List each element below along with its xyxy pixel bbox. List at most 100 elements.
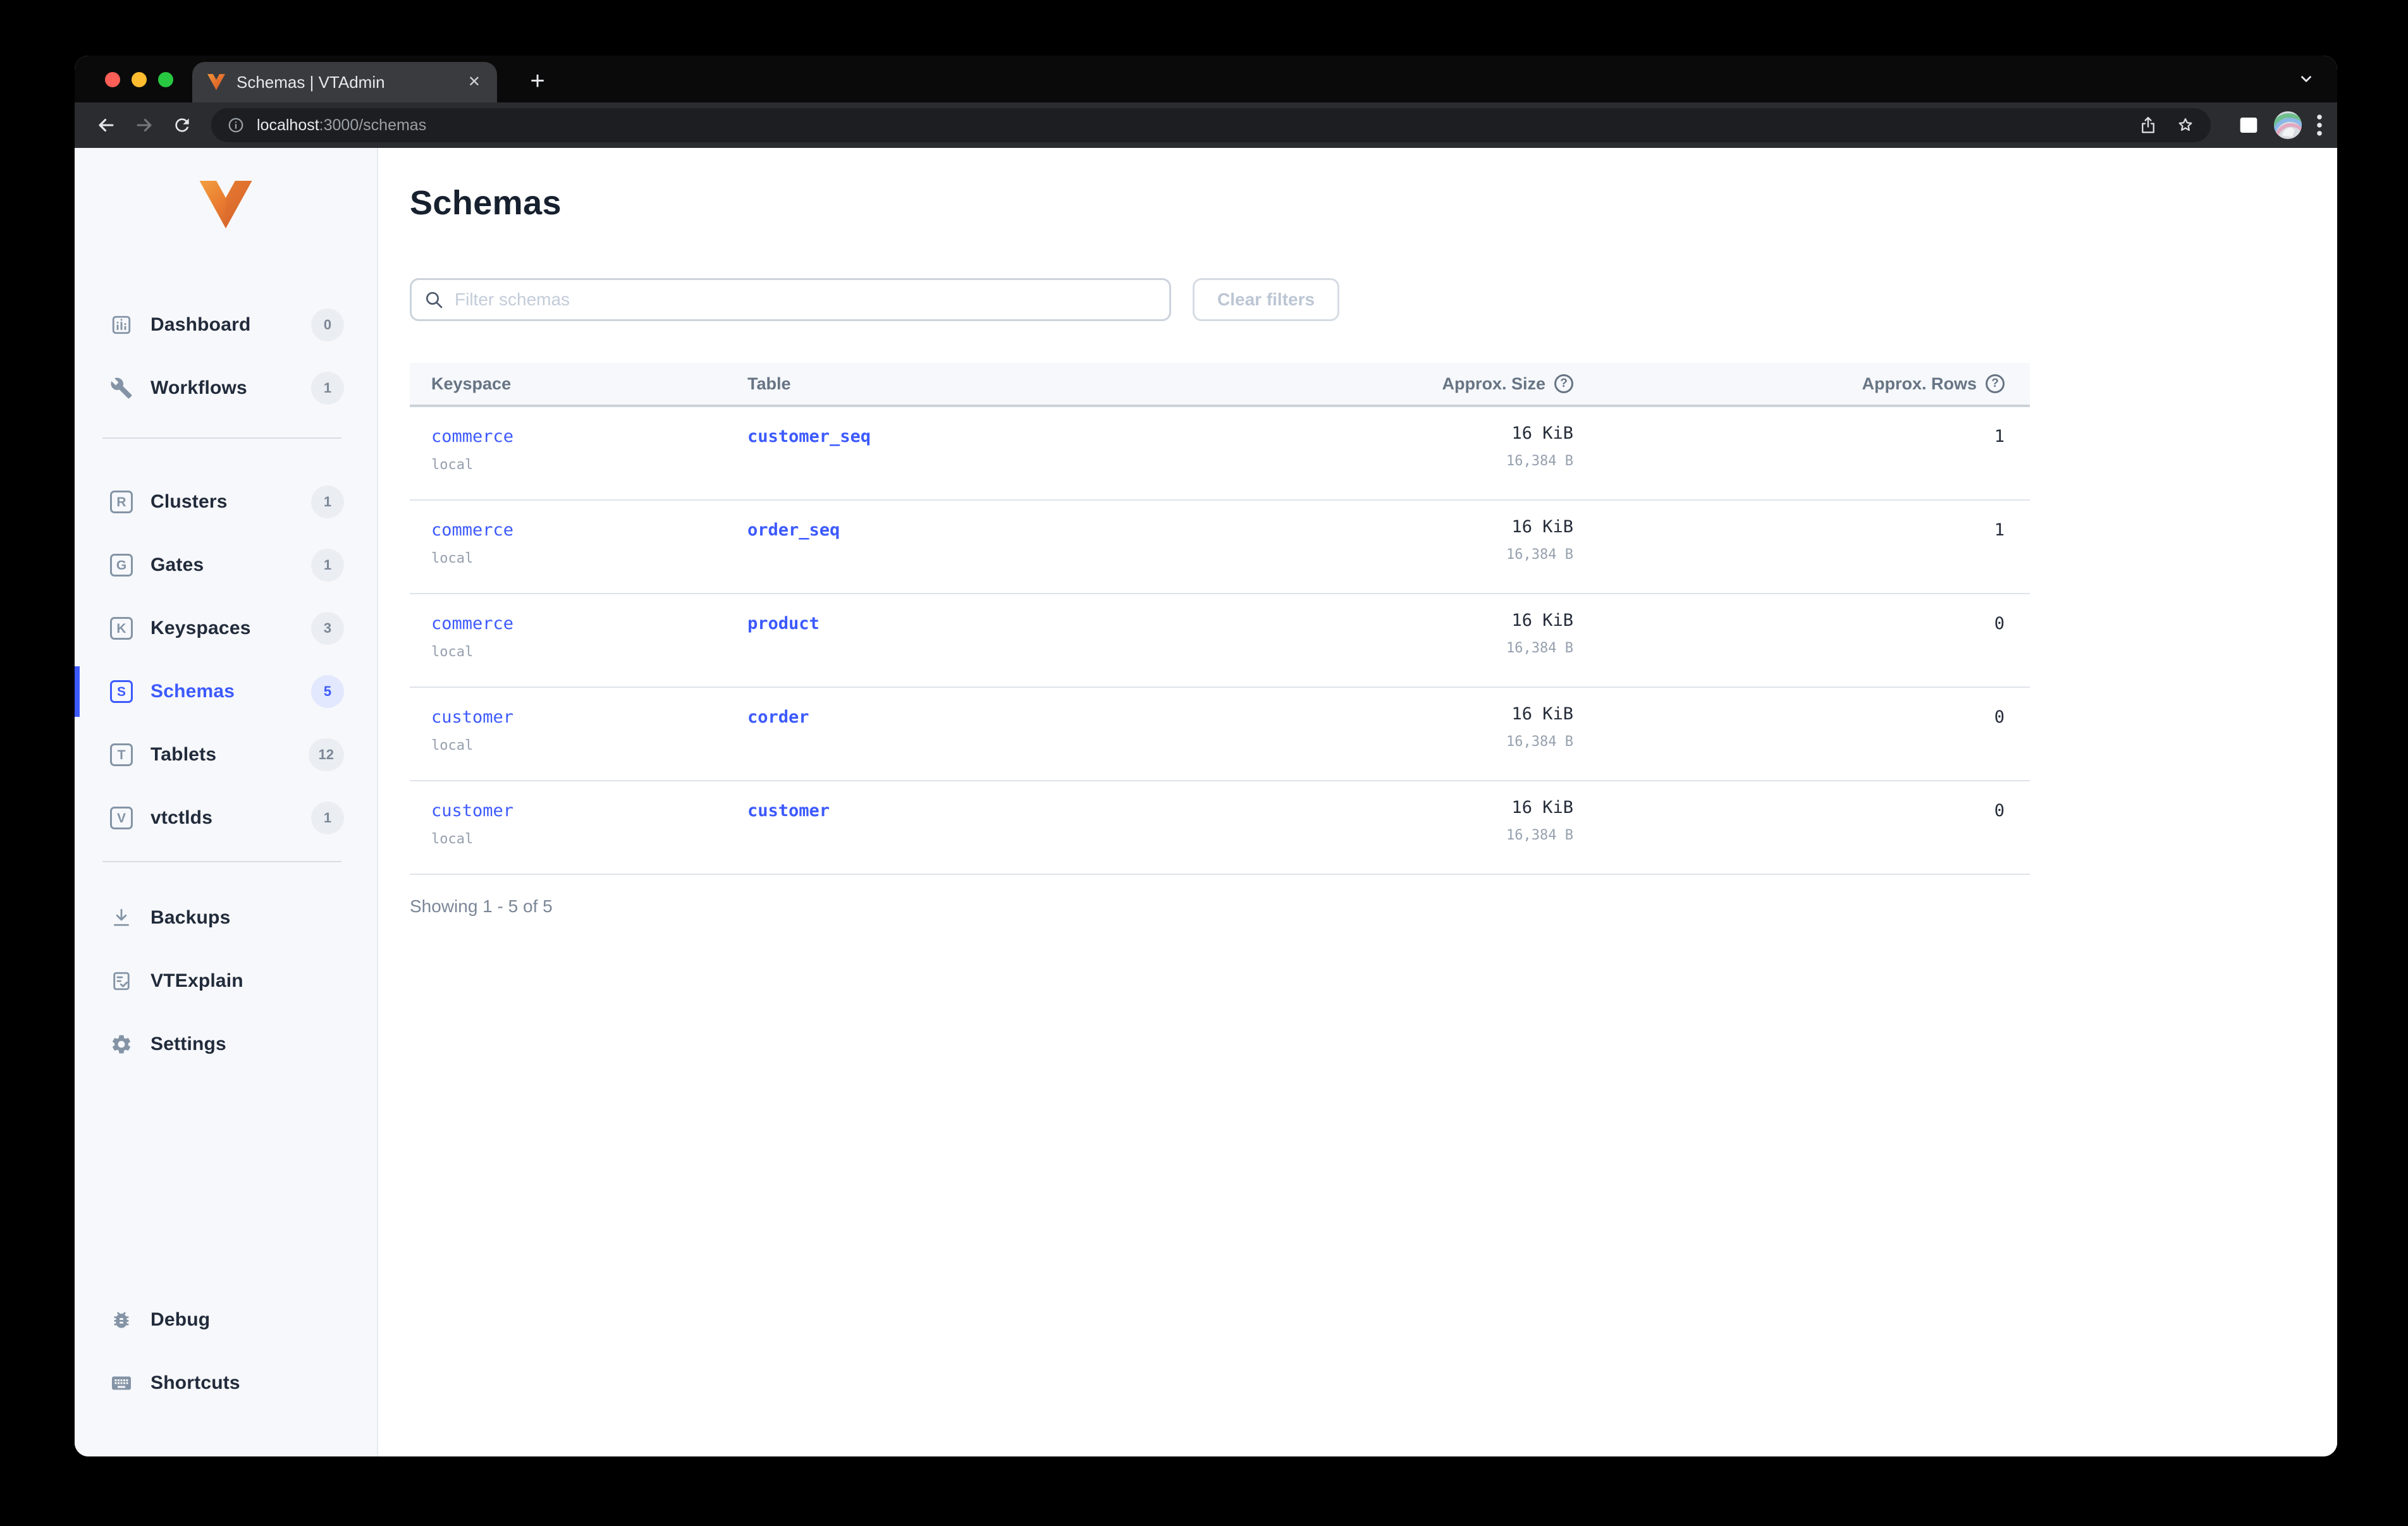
shortcuts-icon	[110, 1372, 133, 1395]
help-icon[interactable]: ?	[1986, 374, 2005, 393]
keyspace-link[interactable]: commerce	[431, 520, 513, 540]
zoom-window-button[interactable]	[158, 72, 173, 87]
shard-label: local	[431, 831, 474, 847]
size-bytes: 16,384 B	[1506, 453, 1573, 469]
keyspace-link[interactable]: customer	[431, 707, 513, 727]
help-icon[interactable]: ?	[1554, 374, 1573, 393]
sidebar-item-settings[interactable]: Settings	[75, 1019, 377, 1070]
filter-input-wrap	[410, 278, 1171, 321]
keyspaces-icon: K	[110, 617, 133, 640]
table-link[interactable]: customer_seq	[747, 427, 871, 446]
sidebar-item-label: Gates	[150, 554, 204, 575]
url-bar[interactable]: localhost:3000/schemas	[211, 108, 2211, 142]
table-link[interactable]: customer	[747, 801, 830, 821]
close-window-button[interactable]	[105, 72, 120, 87]
back-button[interactable]	[90, 109, 123, 142]
size-value: 16 KiB	[1511, 611, 1573, 630]
main-panel: Schemas Clear filters Keyspace Table App…	[378, 148, 2337, 1456]
table-link[interactable]: corder	[747, 707, 809, 727]
size-cell: 16 KiB 16,384 B	[1194, 704, 1573, 780]
sidebar-item-label: Tablets	[150, 744, 217, 765]
sidebar-item-badge: 12	[308, 738, 344, 771]
shard-label: local	[431, 457, 474, 473]
side-panel-icon[interactable]	[2239, 116, 2259, 135]
table-link[interactable]: product	[747, 614, 820, 633]
sidebar-item-label: Settings	[150, 1034, 226, 1054]
sidebar-item-workflows[interactable]: Workflows 1	[75, 363, 377, 413]
reload-button[interactable]	[166, 109, 199, 142]
keyspace-link[interactable]: commerce	[431, 427, 513, 446]
size-cell: 16 KiB 16,384 B	[1194, 424, 1573, 499]
table-cell: product	[747, 611, 1194, 687]
url-text: localhost:3000/schemas	[257, 116, 426, 135]
rows-cell: 0	[1573, 798, 2005, 874]
sidebar-item-gates[interactable]: G Gates 1	[75, 540, 377, 590]
schemas-icon: S	[110, 680, 133, 703]
rows-cell: 0	[1573, 704, 2005, 780]
browser-tab[interactable]: Schemas | VTAdmin ✕	[192, 62, 497, 102]
sidebar-item-label: Debug	[150, 1309, 211, 1330]
table-cell: corder	[747, 704, 1194, 780]
sidebar-divider	[102, 861, 341, 862]
minimize-window-button[interactable]	[132, 72, 147, 87]
sidebar-item-schemas[interactable]: S Schemas 5	[75, 666, 377, 717]
size-bytes: 16,384 B	[1506, 734, 1573, 750]
site-info-icon[interactable]	[226, 116, 245, 135]
sidebar-item-debug[interactable]: Debug	[75, 1295, 377, 1345]
sidebar-nav: Dashboard 0 Workflows 1 R Clusters 1 G G…	[75, 300, 377, 1082]
keyspace-cell: commerce local	[431, 611, 747, 687]
table-row: commerce local customer_seq 16 KiB 16,38…	[410, 407, 2030, 501]
sidebar-item-dashboard[interactable]: Dashboard 0	[75, 300, 377, 350]
browser-menu-icon[interactable]	[2317, 114, 2322, 136]
bookmark-star-icon[interactable]	[2175, 115, 2196, 135]
sidebar-item-badge: 1	[311, 549, 344, 582]
schemas-table: Keyspace Table Approx. Size? Approx. Row…	[410, 363, 2030, 875]
rows-value: 1	[1994, 520, 2005, 540]
sidebar-item-label: Backups	[150, 907, 231, 928]
sidebar-item-backups[interactable]: Backups	[75, 893, 377, 943]
col-header-approx-rows: Approx. Rows?	[1573, 374, 2005, 394]
sidebar-item-badge: 0	[311, 308, 344, 341]
shard-label: local	[431, 738, 474, 754]
tab-close-icon[interactable]: ✕	[464, 71, 484, 94]
sidebar-item-badge: 3	[311, 612, 344, 645]
shard-label: local	[431, 551, 474, 566]
vitess-favicon	[207, 74, 225, 90]
rows-value: 0	[1994, 707, 2005, 727]
table-row: commerce local product 16 KiB 16,384 B 0	[410, 594, 2030, 688]
share-icon[interactable]	[2139, 115, 2158, 135]
sidebar-item-label: VTExplain	[150, 970, 243, 991]
sidebar-item-vtexplain[interactable]: VTExplain	[75, 956, 377, 1006]
filter-schemas-input[interactable]	[410, 278, 1171, 321]
debug-icon	[110, 1309, 133, 1331]
page-title: Schemas	[410, 184, 562, 222]
rows-cell: 1	[1573, 424, 2005, 499]
vitess-logo	[199, 181, 252, 229]
table-cell: customer	[747, 798, 1194, 874]
profile-avatar[interactable]	[2274, 111, 2302, 139]
sidebar-item-label: Keyspaces	[150, 618, 251, 638]
table-row: customer local corder 16 KiB 16,384 B 0	[410, 688, 2030, 781]
settings-icon	[110, 1033, 133, 1056]
sidebar-item-label: Dashboard	[150, 314, 251, 335]
keyspace-link[interactable]: commerce	[431, 614, 513, 633]
sidebar-item-badge: 5	[311, 675, 344, 708]
col-header-approx-size: Approx. Size?	[1194, 374, 1573, 394]
sidebar-item-tablets[interactable]: T Tablets 12	[75, 729, 377, 780]
keyspace-cell: commerce local	[431, 424, 747, 499]
sidebar-item-shortcuts[interactable]: Shortcuts	[75, 1358, 377, 1408]
keyspace-link[interactable]: customer	[431, 801, 513, 821]
rows-cell: 0	[1573, 611, 2005, 687]
size-bytes: 16,384 B	[1506, 640, 1573, 656]
new-tab-button[interactable]: +	[520, 63, 555, 99]
window-controls	[105, 72, 173, 87]
sidebar-item-clusters[interactable]: R Clusters 1	[75, 477, 377, 527]
forward-button[interactable]	[128, 109, 161, 142]
backups-icon	[110, 906, 133, 929]
sidebar-item-keyspaces[interactable]: K Keyspaces 3	[75, 603, 377, 654]
table-link[interactable]: order_seq	[747, 520, 840, 540]
sidebar-item-vtctlds[interactable]: V vtctlds 1	[75, 793, 377, 843]
tab-search-chevron-icon[interactable]	[2298, 71, 2314, 87]
clear-filters-button[interactable]: Clear filters	[1193, 278, 1340, 321]
table-row: commerce local order_seq 16 KiB 16,384 B…	[410, 501, 2030, 594]
